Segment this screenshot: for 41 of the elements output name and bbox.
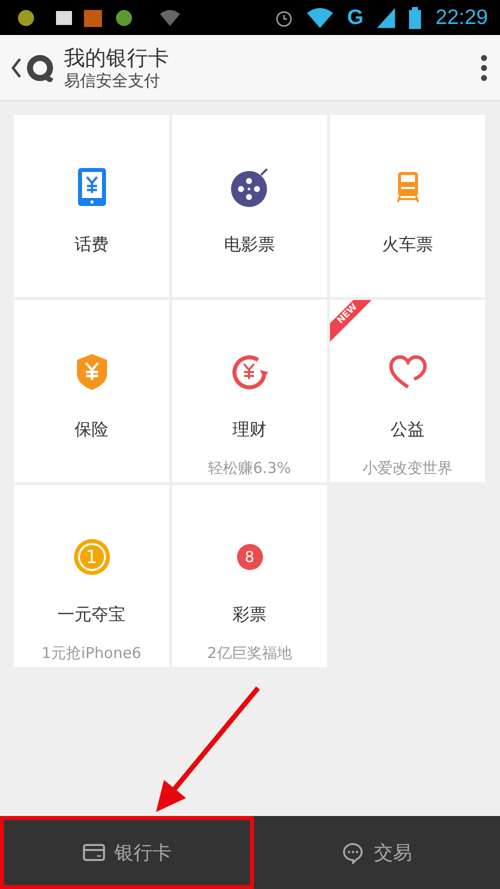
tile-subtitle: 轻松赚6.3% [208, 459, 292, 478]
tile-label: 一元夺宝 [58, 604, 126, 626]
wifi-icon [160, 10, 180, 26]
lottery-ball-icon: 8 [236, 544, 262, 570]
coin-icon: 1 [74, 539, 110, 575]
bottom-tab[interactable]: 银行卡 [0, 816, 254, 889]
phone-yen-icon [78, 168, 106, 206]
page-title: 我的银行卡 [64, 44, 169, 70]
shield-yen-icon [76, 354, 106, 390]
tile-subtitle: 1元抢iPhone6 [42, 644, 142, 663]
tile-label: 公益 [390, 419, 424, 441]
tile-label: 电影票 [224, 234, 275, 256]
tile-subtitle: 小爱改变世界 [362, 459, 452, 478]
more-menu-icon[interactable] [480, 54, 488, 80]
tile-label: 彩票 [232, 604, 266, 626]
service-tile[interactable]: 话费 [14, 115, 169, 297]
wifi-icon [307, 8, 334, 28]
service-tile[interactable]: 保险 [14, 300, 169, 482]
battery-icon [409, 6, 422, 28]
card-icon [82, 844, 104, 861]
service-tile[interactable]: 电影票 [172, 115, 327, 297]
tile-label: 话费 [74, 234, 108, 256]
yen-circular-arrow-icon [230, 354, 270, 390]
network-type: G [347, 6, 364, 30]
service-tile[interactable]: 火车票 [330, 115, 485, 297]
tile-subtitle: 2亿巨奖福地 [207, 644, 292, 663]
app-logo-icon [26, 54, 54, 82]
tile-label: 理财 [232, 419, 266, 441]
back-icon[interactable] [10, 56, 22, 78]
tile-label: 火车票 [382, 234, 433, 256]
service-tile[interactable]: 8 彩票 2亿巨奖福地 [172, 485, 327, 667]
chat-bubble-icon [342, 842, 364, 864]
train-icon [396, 172, 418, 202]
tile-label: 保险 [74, 419, 108, 441]
clock: 22:29 [435, 6, 488, 30]
film-reel-icon [230, 167, 268, 207]
alarm-icon [275, 8, 294, 26]
signal-icon [377, 8, 396, 28]
service-tile[interactable]: 理财 轻松赚6.3% [172, 300, 327, 482]
page-subtitle: 易信安全支付 [64, 70, 161, 90]
service-tile[interactable]: 1 一元夺宝 1元抢iPhone6 [14, 485, 169, 667]
